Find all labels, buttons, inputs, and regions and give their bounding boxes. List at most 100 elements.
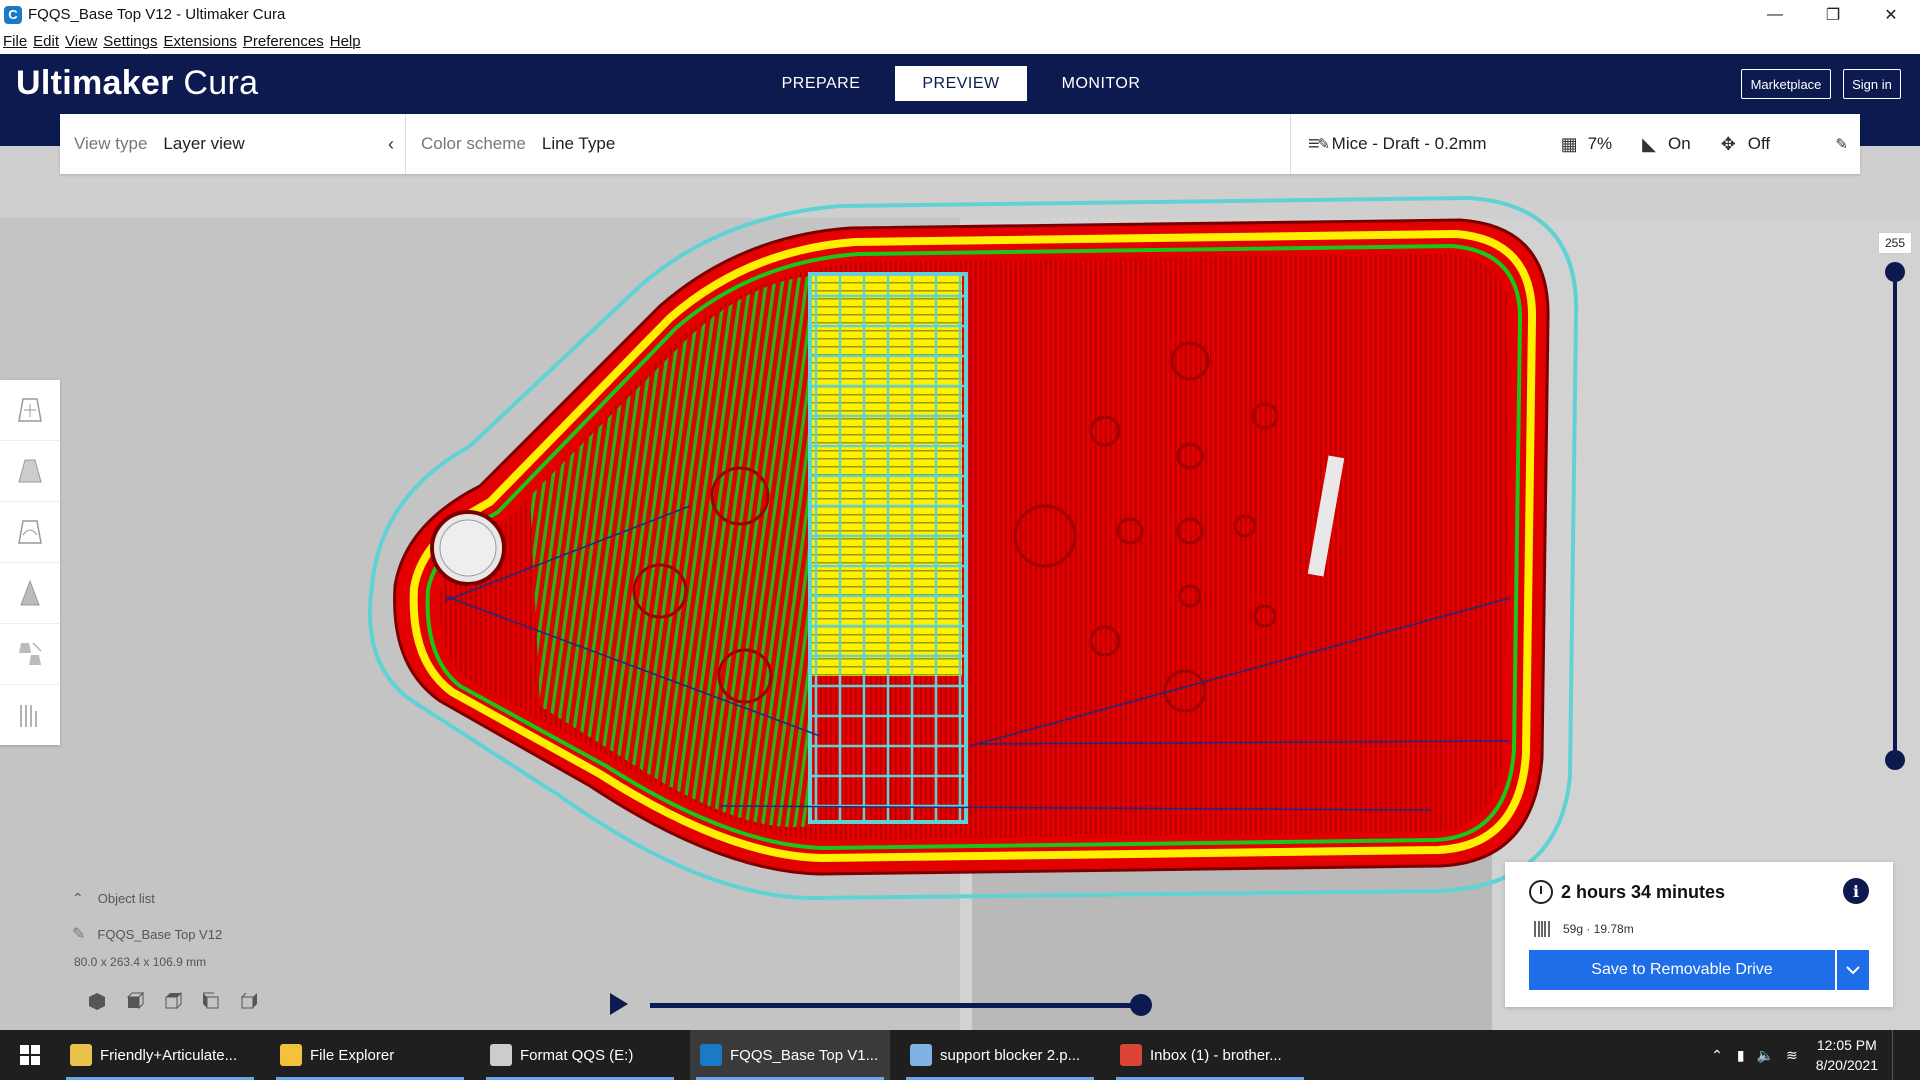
rotate-tool[interactable]	[0, 502, 60, 563]
move-tool[interactable]	[0, 380, 60, 441]
network-icon[interactable]: ≋	[1786, 1047, 1798, 1064]
layer-slider-track[interactable]	[1893, 270, 1897, 760]
toolbar-divider	[405, 114, 406, 174]
scale-tool[interactable]	[0, 441, 60, 502]
paint-icon	[910, 1044, 932, 1066]
tab-prepare[interactable]: PREPARE	[755, 66, 887, 101]
taskbar-item[interactable]: Format QQS (E:)	[480, 1030, 680, 1080]
menu-preferences[interactable]: Preferences	[243, 33, 324, 50]
chevron-left-icon[interactable]: ‹	[388, 134, 394, 155]
path-slider-handle[interactable]	[1130, 994, 1152, 1016]
color-scheme-label: Color scheme	[421, 134, 526, 153]
print-settings-summary[interactable]: ≡ Mice - Draft - 0.2mm ▦ 7% ◣ On ✥ Off ✎	[1308, 114, 1848, 174]
logo-bold: Ultimaker	[16, 64, 174, 102]
layer-slider[interactable]: 255	[1860, 230, 1920, 780]
layer-slider-bottom-handle[interactable]	[1885, 750, 1905, 770]
taskbar-item[interactable]: Inbox (1) - brother...	[1110, 1030, 1310, 1080]
start-button[interactable]	[0, 1030, 60, 1080]
taskbar-item-label: Inbox (1) - brother...	[1150, 1046, 1282, 1064]
taskbar-items: Friendly+Articulate... File Explorer Forma…	[60, 1030, 1320, 1080]
window-titlebar: C FQQS_Base Top V12 - Ultimaker Cura — ❐…	[0, 0, 1920, 29]
drive-icon	[490, 1044, 512, 1066]
chevron-down-icon	[1846, 966, 1860, 975]
taskbar-item[interactable]: FQQS_Base Top V1...	[690, 1030, 890, 1080]
per-model-settings-tool[interactable]	[0, 624, 60, 685]
infill-value: 7%	[1587, 134, 1613, 153]
view-type-label: View type	[74, 134, 148, 153]
object-list-panel: ⌃ Object list ✎ FQQS_Base Top V12 80.0 x…	[72, 880, 222, 972]
info-icon[interactable]: i	[1843, 878, 1869, 904]
minimize-button[interactable]: —	[1746, 0, 1804, 29]
menu-settings[interactable]: Settings	[103, 33, 157, 50]
object-dimensions: 80.0 x 263.4 x 106.9 mm	[74, 955, 207, 969]
tab-preview[interactable]: PREVIEW	[895, 66, 1027, 101]
taskbar-item-label: Format QQS (E:)	[520, 1046, 634, 1064]
support-blocker-tool[interactable]	[0, 685, 60, 746]
left-view-button[interactable]	[192, 990, 230, 1012]
taskbar-item[interactable]: File Explorer	[270, 1030, 470, 1080]
window-title: FQQS_Base Top V12 - Ultimaker Cura	[28, 6, 286, 23]
cube-left-icon	[203, 992, 219, 1009]
per-model-settings-icon	[19, 642, 42, 665]
chevron-up-icon[interactable]: ⌃	[1711, 1047, 1723, 1064]
taskbar-item[interactable]: Friendly+Articulate...	[60, 1030, 260, 1080]
view-type-selector[interactable]: View type Layer view ‹	[74, 114, 394, 174]
folder-zip-icon	[70, 1044, 92, 1066]
chrome-icon	[1120, 1044, 1142, 1066]
clock-time: 12:05 PM	[1816, 1037, 1877, 1053]
color-scheme-selector[interactable]: Color scheme Line Type ✎	[421, 114, 1330, 174]
taskbar-item-label: File Explorer	[310, 1046, 395, 1064]
mount-hole-inner	[439, 519, 497, 577]
play-icon[interactable]	[610, 993, 628, 1015]
volume-icon[interactable]: 🔈	[1757, 1047, 1774, 1064]
menu-view[interactable]: View	[65, 33, 97, 50]
object-list-item[interactable]: ✎ FQQS_Base Top V12	[72, 916, 222, 952]
clock-icon	[1529, 880, 1553, 904]
mirror-tool[interactable]	[0, 563, 60, 624]
cube-top-icon	[165, 991, 182, 1010]
material-spool-icon	[1534, 921, 1550, 937]
move-icon	[18, 398, 42, 422]
layer-number-badge[interactable]: 255	[1878, 232, 1912, 254]
path-slider-track[interactable]	[650, 1003, 1150, 1008]
3d-view-button[interactable]	[78, 990, 116, 1012]
support-structure	[808, 272, 968, 824]
cura-icon: C	[4, 5, 22, 24]
windows-taskbar: Friendly+Articulate... File Explorer Forma…	[0, 1030, 1920, 1080]
menu-extensions[interactable]: Extensions	[163, 33, 236, 50]
signin-button[interactable]: Sign in	[1843, 69, 1901, 99]
marketplace-button[interactable]: Marketplace	[1741, 69, 1831, 99]
stage-tabs: PREPARE PREVIEW MONITOR	[755, 66, 1175, 101]
close-button[interactable]: ✕	[1862, 0, 1920, 29]
taskbar-item[interactable]: support blocker 2.p...	[900, 1030, 1100, 1080]
layer-slider-top-handle[interactable]	[1885, 262, 1905, 282]
object-list-toggle[interactable]: ⌃ Object list	[72, 880, 222, 916]
tool-strip	[0, 380, 60, 745]
front-view-button[interactable]	[116, 990, 154, 1012]
simulation-playback	[610, 990, 1152, 1020]
infill-icon: ▦	[1560, 133, 1578, 154]
tab-monitor[interactable]: MONITOR	[1035, 66, 1167, 101]
menu-file[interactable]: File	[3, 33, 27, 50]
menu-edit[interactable]: Edit	[33, 33, 59, 50]
cura-icon	[700, 1044, 722, 1066]
cube-3d-icon	[89, 993, 105, 1010]
battery-icon[interactable]: ▮	[1737, 1047, 1745, 1064]
taskbar-clock[interactable]: 12:05 PM 8/20/2021	[1816, 1035, 1878, 1075]
menu-help[interactable]: Help	[330, 33, 361, 50]
show-desktop-button[interactable]	[1892, 1030, 1902, 1080]
profile-icon: ≡	[1308, 132, 1320, 155]
object-list-label: Object list	[97, 890, 155, 906]
support-value: On	[1668, 134, 1691, 153]
right-view-button[interactable]	[230, 990, 268, 1012]
windows-logo-icon	[20, 1045, 40, 1065]
pencil-icon[interactable]: ✎	[1835, 135, 1848, 153]
clock-date: 8/20/2021	[1815, 1057, 1878, 1073]
top-view-button[interactable]	[154, 990, 192, 1012]
restore-button[interactable]: ❐	[1804, 0, 1862, 29]
save-options-button[interactable]	[1837, 950, 1869, 990]
save-to-removable-drive-button[interactable]: Save to Removable Drive	[1529, 950, 1835, 990]
taskbar-item-label: FQQS_Base Top V1...	[730, 1046, 879, 1064]
object-name: FQQS_Base Top V12	[97, 926, 223, 942]
taskbar-item-label: support blocker 2.p...	[940, 1046, 1081, 1064]
